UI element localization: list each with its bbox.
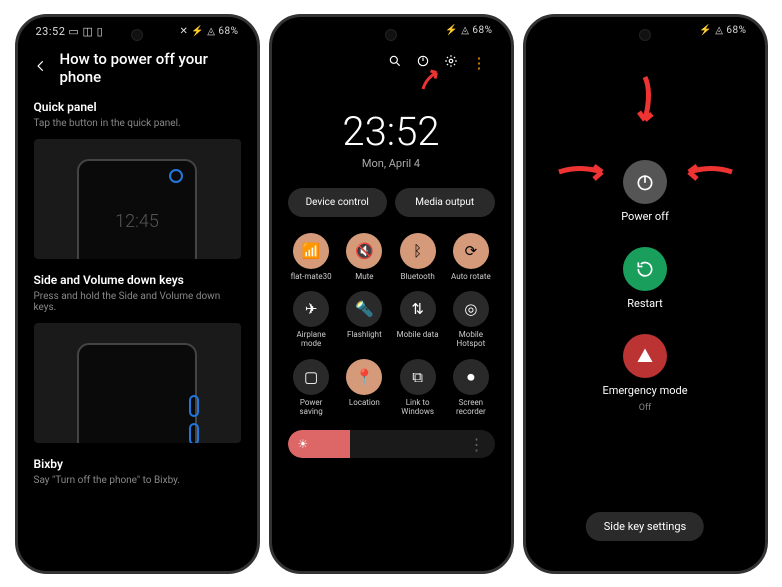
emergency-label: Emergency mode (602, 384, 687, 397)
flash-icon: 🔦 (346, 291, 382, 327)
rec-icon: ⏺ (453, 359, 489, 395)
illustration-side-keys (34, 323, 241, 443)
qs-tile-hotspot[interactable]: ◎ Mobile Hotspot (447, 291, 494, 349)
qs-tile-label: flat-mate30 (291, 273, 332, 282)
emergency-mode-button[interactable]: Emergency mode Off (602, 334, 687, 413)
restart-label: Restart (627, 297, 662, 310)
status-left-icons: ▭ ◫ ▯ (68, 25, 103, 38)
side-key-settings-button[interactable]: Side key settings (586, 512, 704, 541)
phone-power-menu: ⚡ ◬ 68% Power off Restart Emergency mode… (523, 14, 768, 574)
section-side-keys-title: Side and Volume down keys (34, 273, 241, 287)
mute-icon: 🔇 (346, 233, 382, 269)
qs-tile-mute[interactable]: 🔇 Mute (341, 233, 388, 282)
camera-notch (639, 29, 651, 41)
power-off-label: Power off (621, 210, 669, 223)
qs-tile-label: Mute (355, 273, 373, 282)
qs-tile-link[interactable]: ⧉ Link to Windows (394, 359, 441, 417)
page-header: How to power off your phone (34, 50, 241, 86)
status-right-icons: ✕ ⚡ ◬ 68% (179, 25, 238, 38)
brightness-slider[interactable]: ☀ ⋮ (288, 430, 495, 458)
status-time: 23:52 (36, 25, 66, 38)
qs-tile-bt[interactable]: ᛒ Bluetooth (394, 233, 441, 282)
brightness-more-icon[interactable]: ⋮ (469, 435, 495, 454)
qs-tile-label: Link to Windows (394, 399, 441, 417)
section-quick-panel-sub: Tap the button in the quick panel. (34, 118, 241, 129)
qs-tile-label: Screen recorder (447, 399, 494, 417)
search-icon[interactable] (388, 54, 402, 72)
qs-tile-label: Mobile data (397, 331, 439, 340)
emergency-sub: Off (639, 403, 651, 413)
qs-tile-label: Airplane mode (288, 331, 335, 349)
back-icon[interactable] (34, 59, 48, 77)
bt-icon: ᛒ (400, 233, 436, 269)
qs-tile-wifi[interactable]: 📶 flat-mate30 (288, 233, 335, 282)
qs-tile-label: Flashlight (347, 331, 382, 340)
section-side-keys-sub: Press and hold the Side and Volume down … (34, 291, 241, 313)
data-icon: ⇅ (400, 291, 436, 327)
status-right-icons: ⚡ ◬ 68% (699, 25, 746, 36)
page-title: How to power off your phone (60, 50, 241, 86)
device-control-button[interactable]: Device control (288, 188, 388, 217)
media-output-button[interactable]: Media output (395, 188, 495, 217)
red-arrow-power-icon (417, 65, 447, 95)
qs-tile-label: Power saving (288, 399, 335, 417)
loc-icon: 📍 (346, 359, 382, 395)
rotate-icon: ⟳ (453, 233, 489, 269)
illus-key-highlights (189, 395, 199, 443)
qs-tile-data[interactable]: ⇅ Mobile data (394, 291, 441, 349)
quick-settings-grid: 📶 flat-mate30 🔇 Mute ᛒ Bluetooth ⟳ Auto rotate ✈… (288, 233, 495, 417)
red-arrow-top (630, 72, 660, 132)
more-icon[interactable]: ⋮ (472, 54, 487, 72)
camera-notch (131, 29, 143, 41)
section-quick-panel-title: Quick panel (34, 100, 241, 114)
section-bixby-sub: Say "Turn off the phone" to Bixby. (34, 475, 241, 486)
leaf-icon: ▢ (293, 359, 329, 395)
qs-tile-leaf[interactable]: ▢ Power saving (288, 359, 335, 417)
wifi-icon: 📶 (293, 233, 329, 269)
brightness-fill: ☀ (288, 430, 350, 458)
illus-clock: 12:45 (79, 211, 195, 232)
power-off-icon (623, 160, 667, 204)
illustration-quick-panel: 12:45 (34, 139, 241, 259)
panel-clock-date: Mon, April 4 (288, 157, 495, 170)
restart-icon (623, 247, 667, 291)
qs-tile-flash[interactable]: 🔦 Flashlight (341, 291, 388, 349)
red-arrow-left (554, 157, 614, 187)
camera-notch (385, 29, 397, 41)
red-arrow-right (677, 157, 737, 187)
qs-tile-label: Bluetooth (400, 273, 434, 282)
qs-tile-label: Location (349, 399, 380, 408)
qs-tile-label: Auto rotate (451, 273, 491, 282)
phone-quick-panel: ⚡ ◬ 68% ⋮ 23:52 Mon, April 4 Device cont… (269, 14, 514, 574)
section-bixby-title: Bixby (34, 457, 241, 471)
link-icon: ⧉ (400, 359, 436, 395)
qs-tile-loc[interactable]: 📍 Location (341, 359, 388, 417)
power-off-button[interactable]: Power off (621, 160, 669, 223)
plane-icon: ✈ (293, 291, 329, 327)
qs-tile-label: Mobile Hotspot (447, 331, 494, 349)
qs-tile-rec[interactable]: ⏺ Screen recorder (447, 359, 494, 417)
restart-button[interactable]: Restart (623, 247, 667, 310)
illus-power-highlight (169, 169, 183, 183)
qs-tile-plane[interactable]: ✈ Airplane mode (288, 291, 335, 349)
qs-tile-rotate[interactable]: ⟳ Auto rotate (447, 233, 494, 282)
status-right-icons: ⚡ ◬ 68% (445, 25, 492, 36)
hotspot-icon: ◎ (453, 291, 489, 327)
emergency-icon (623, 334, 667, 378)
panel-clock-time: 23:52 (288, 108, 495, 155)
phone-settings-help: 23:52▭ ◫ ▯ ✕ ⚡ ◬ 68% How to power off yo… (15, 14, 260, 574)
